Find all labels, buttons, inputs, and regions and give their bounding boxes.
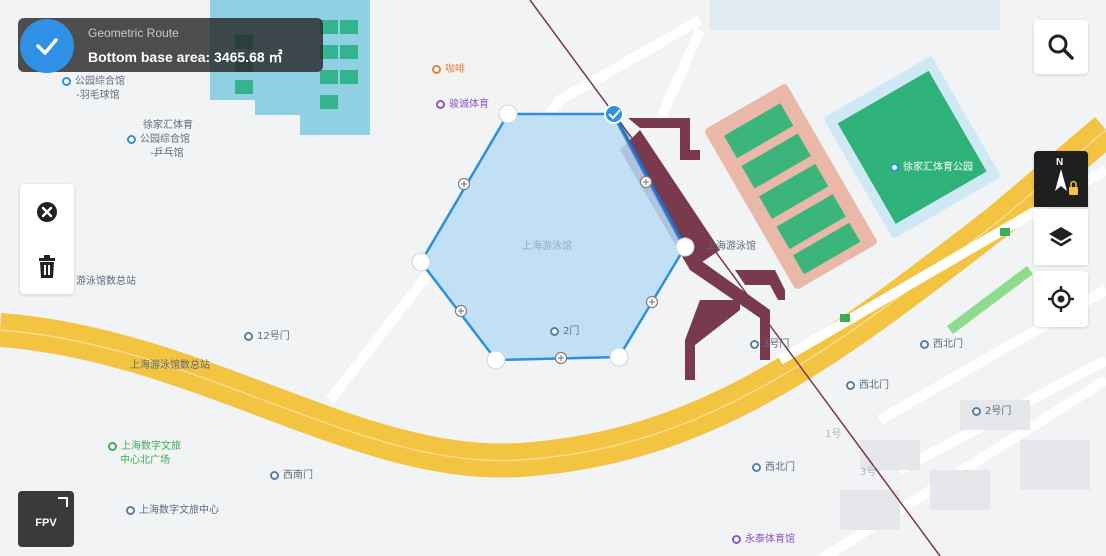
map-pin-icon (127, 135, 136, 144)
map-label: 12号门 (244, 327, 290, 342)
map-label: 咖啡 (432, 60, 465, 75)
map-label: 1号 (825, 425, 841, 440)
edit-tool-panel (20, 184, 74, 294)
map-pin-icon (920, 340, 929, 349)
map-label-text: -羽毛球馆 (76, 90, 120, 101)
map-pin-icon (108, 442, 117, 451)
map-label: 公园综合馆 (127, 130, 190, 145)
close-button[interactable] (20, 184, 74, 239)
polygon-vertex (498, 104, 518, 124)
map-label: 2号门 (972, 402, 1011, 417)
map-label-text: -乒乓馆 (150, 148, 184, 159)
map-canvas[interactable] (0, 0, 1106, 556)
map-label: 永泰体育馆 (732, 530, 795, 545)
locate-icon (1048, 286, 1074, 312)
polygon-vertex (675, 237, 695, 257)
map-label-text: 3号门 (763, 339, 790, 350)
map-label: 上海游泳馆 (706, 237, 756, 252)
map-label: 上海游泳馆 (522, 237, 572, 252)
map-label: 西南门 (270, 466, 313, 481)
confirm-button[interactable] (20, 19, 74, 73)
map-label-text: 上海游泳馆 (522, 241, 572, 252)
map-label-text: 3号 (860, 467, 877, 478)
map-label-text: 西北门 (765, 462, 795, 473)
map-pin-icon (752, 463, 761, 472)
map-label-text: 12号门 (257, 331, 290, 342)
close-circle-icon (37, 201, 57, 222)
map-label: 上海游泳馆数总站 (130, 356, 210, 371)
map-pin-icon (62, 77, 71, 86)
polygon-vertex (411, 252, 431, 272)
fpv-button[interactable]: FPV (18, 491, 74, 547)
compass-button[interactable]: N (1034, 151, 1088, 207)
map-pin-icon (972, 407, 981, 416)
map-label-text: 西南门 (283, 470, 313, 481)
layers-button[interactable] (1034, 209, 1088, 265)
map-pin-icon (436, 100, 445, 109)
map-label: 游泳馆数总站 (76, 272, 136, 287)
map-label: 中心北广场 (120, 451, 170, 466)
map-label: 徐家汇体育公园 (890, 158, 973, 173)
map-label-text: 徐家汇体育公园 (903, 162, 973, 173)
map-label-text: 上海游泳馆 (706, 241, 756, 252)
expand-corner-icon (58, 497, 68, 507)
map-label: 2门 (550, 322, 579, 337)
polygon-vertex (609, 347, 629, 367)
locate-button[interactable] (1034, 271, 1088, 327)
map-label-text: 西北门 (933, 339, 963, 350)
map-pin-icon (732, 535, 741, 544)
route-type-label: Geometric Route (88, 26, 179, 40)
map-label: 骏诚体育 (436, 95, 489, 110)
map-pin-icon (846, 381, 855, 390)
layers-icon (1049, 227, 1073, 247)
map-label-text: 咖啡 (445, 64, 465, 75)
compass-lock-icon (1055, 169, 1078, 195)
check-icon (36, 38, 58, 55)
map-label-text: 游泳馆数总站 (76, 276, 136, 287)
map-label-text: 中心北广场 (120, 455, 170, 466)
map-label: 上海数字文旅 (108, 437, 181, 452)
search-button[interactable] (1034, 20, 1088, 74)
delete-button[interactable] (20, 239, 74, 294)
map-label-text: 西北门 (859, 380, 889, 391)
map-label: -羽毛球馆 (76, 86, 120, 101)
search-icon (1048, 34, 1074, 60)
map-pin-icon (890, 163, 899, 172)
trash-icon (39, 254, 55, 278)
map-label: 3号门 (750, 335, 789, 350)
polygon-vertex (486, 350, 506, 370)
map-pin-icon (750, 340, 759, 349)
map-label: 公园综合馆 (62, 72, 125, 87)
map-label: 西北门 (920, 335, 963, 350)
map-label-text: 骏诚体育 (449, 99, 489, 110)
map-label-text: 上海游泳馆数总站 (130, 360, 210, 371)
map-label-text: 永泰体育馆 (745, 534, 795, 545)
map-label-text: 上海数字文旅中心 (139, 505, 219, 516)
map-label: 上海数字文旅中心 (126, 501, 219, 516)
map-label: 西北门 (846, 376, 889, 391)
fpv-label: FPV (35, 517, 57, 529)
map-label-text: 2门 (563, 326, 580, 337)
map-label: 西北门 (752, 458, 795, 473)
map-pin-icon (126, 506, 135, 515)
map-label: -乒乓馆 (150, 144, 184, 159)
map-label: 3号 (860, 463, 876, 478)
map-pin-icon (550, 327, 559, 336)
map-label: 徐家汇体育 (143, 116, 193, 131)
map-pin-icon (432, 65, 441, 74)
base-area-text: Bottom base area: 3465.68 ㎡ (88, 49, 283, 65)
start-vertex (604, 104, 624, 124)
map-label-text: 1号 (825, 429, 842, 440)
map-pin-icon (270, 471, 279, 480)
map-pin-icon (244, 332, 253, 341)
map-label-text: 2号门 (985, 406, 1012, 417)
